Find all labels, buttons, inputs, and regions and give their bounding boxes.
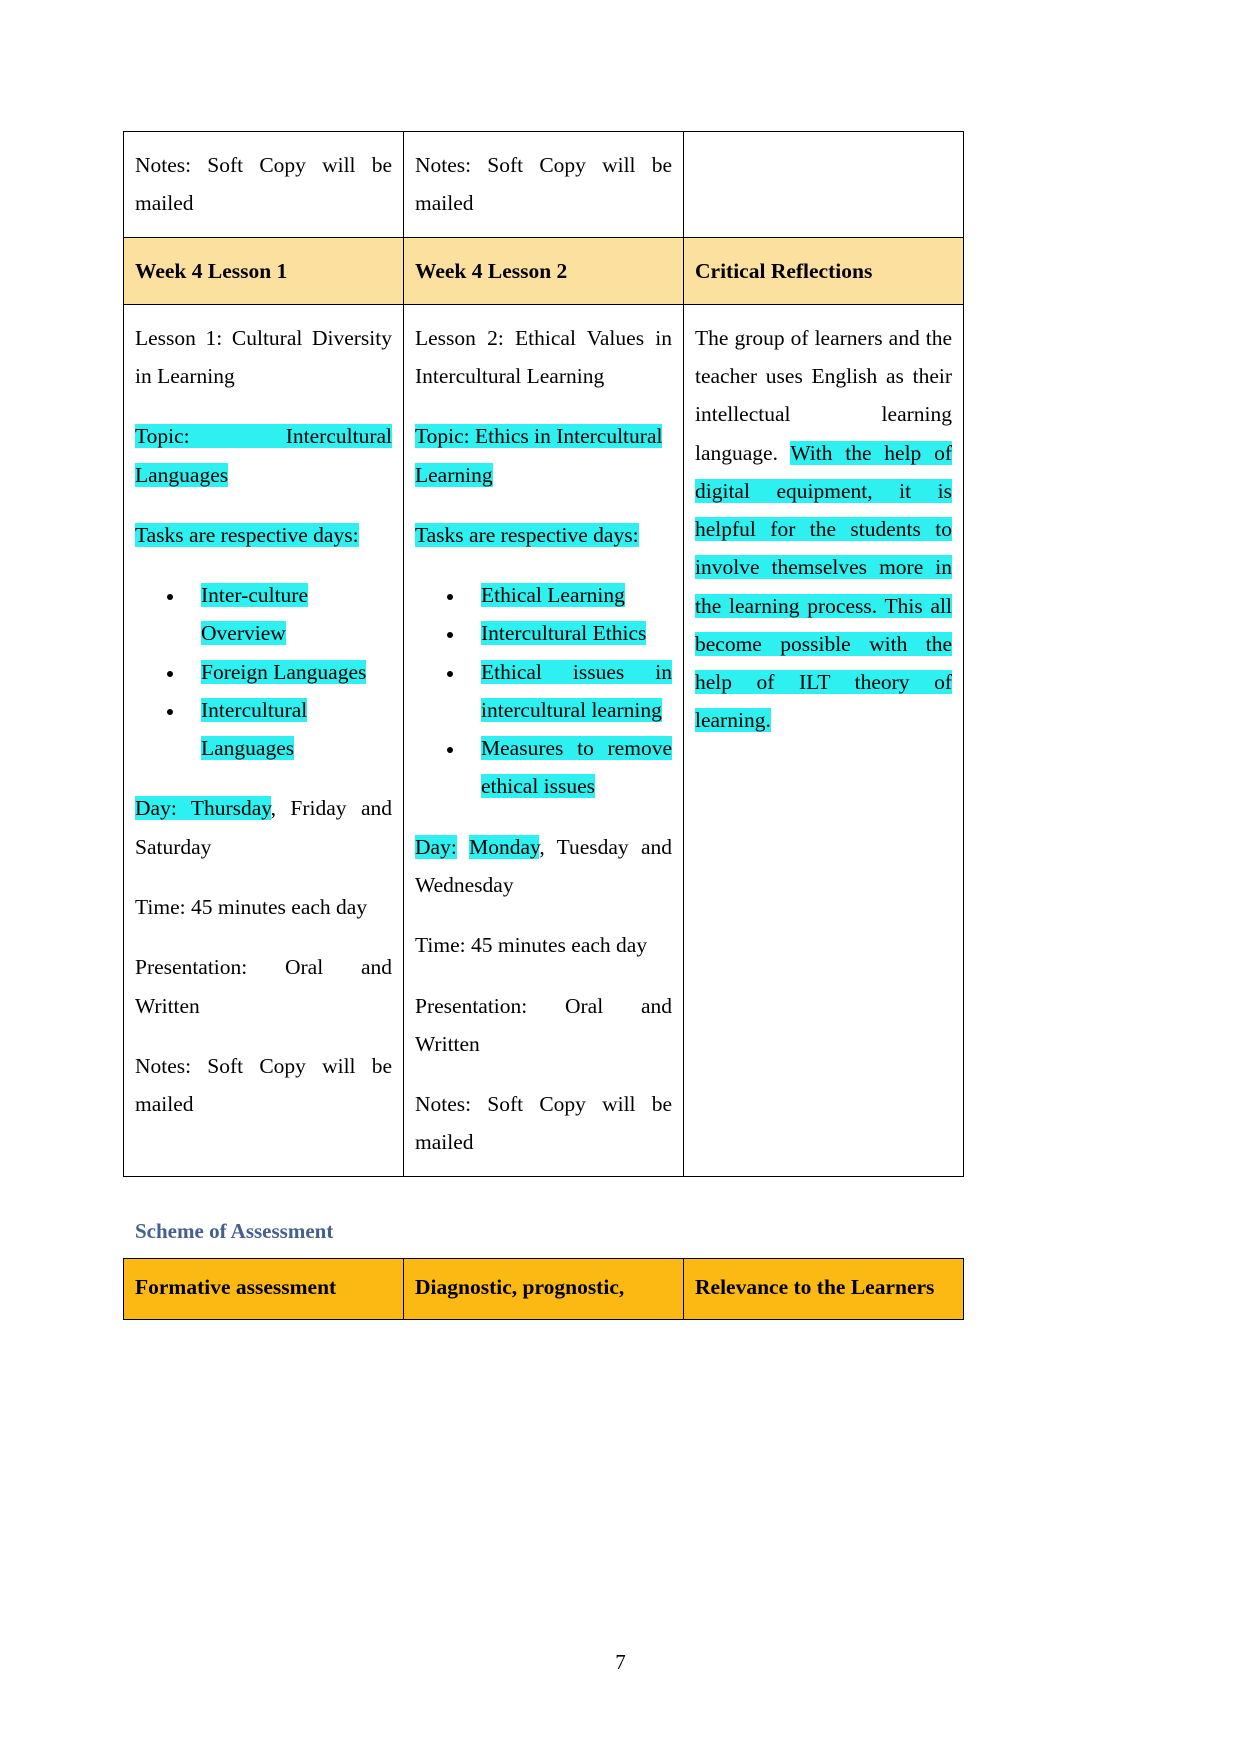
- lesson2-day-gap: [457, 835, 469, 859]
- lesson1-task-0: Inter-culture Overview: [201, 583, 309, 646]
- list-item: Measures to remove ethical issues: [465, 729, 672, 806]
- lesson2-topic: Topic: Ethics in Intercultural Learning: [415, 417, 672, 494]
- assessment-header-relevance: Relevance to the Learners: [683, 1257, 964, 1320]
- lesson2-notes: Notes: Soft Copy will be mailed: [415, 1092, 672, 1155]
- list-item: Ethical issues in intercultural learning: [465, 653, 672, 730]
- lesson1-time: Time: 45 minutes each day: [135, 894, 368, 919]
- lesson1-notes: Notes: Soft Copy will be mailed: [135, 1053, 392, 1117]
- page-number: 7: [615, 1650, 626, 1674]
- cell-critical-reflections-body: The group of learners and the teacher us…: [683, 303, 964, 1177]
- lesson2-time: Time: 45 minutes each day: [415, 933, 648, 958]
- lesson2-day-highlight: Monday: [469, 834, 540, 859]
- lesson2-task-3: Measures to remove ethical issues: [481, 736, 672, 799]
- assessment-header-diagnostic: Diagnostic, prognostic,: [403, 1257, 684, 1320]
- lesson1-topic-highlight: Topic: Intercultural Languages: [135, 424, 392, 487]
- cell-week4-lesson1-body: Lesson 1: Cultural Diversity in Learning…: [123, 303, 404, 1177]
- header-cell-week4-lesson1: Week 4 Lesson 1: [123, 236, 404, 305]
- lesson2-task-2: Ethical issues in intercultural learning: [481, 659, 672, 722]
- cell-week4-lesson2-body: Lesson 2: Ethical Values in Intercultura…: [403, 303, 684, 1177]
- assessment-header-formative: Formative assessment: [123, 1257, 404, 1320]
- lesson2-day-label-highlight: Day:: [415, 834, 457, 859]
- table-row-week4-header: Week 4 Lesson 1 Week 4 Lesson 2 Critical…: [123, 236, 964, 305]
- scheme-of-assessment-heading: Scheme of Assessment: [135, 1218, 334, 1243]
- lesson2-title: Lesson 2: Ethical Values in Intercultura…: [415, 325, 672, 389]
- critical-reflections-highlight: With the help of digital equipment, it i…: [695, 440, 952, 733]
- table-row-assessment-header: Formative assessment Diagnostic, prognos…: [123, 1257, 964, 1320]
- weekly-lesson-plan-table: Notes: Soft Copy will be mailed Notes: S…: [123, 131, 964, 1177]
- page-content: Notes: Soft Copy will be mailed Notes: S…: [123, 131, 964, 1320]
- lesson1-tasks-label: Tasks are respective days:: [135, 516, 392, 554]
- lesson2-task-0: Ethical Learning: [481, 583, 625, 608]
- header-cell-critical-reflections: Critical Reflections: [683, 236, 964, 305]
- lesson1-tasks-label-highlight: Tasks are respective days:: [135, 522, 359, 547]
- notes-text-col2: Notes: Soft Copy will be mailed: [415, 153, 672, 216]
- document-page: Notes: Soft Copy will be mailed Notes: S…: [0, 0, 1241, 1754]
- header-cell-week4-lesson2: Week 4 Lesson 2: [403, 236, 684, 305]
- header-label-week4-lesson2: Week 4 Lesson 2: [415, 258, 568, 283]
- list-item: Intercultural Ethics: [465, 614, 672, 652]
- lesson2-tasks-label: Tasks are respective days:: [415, 516, 672, 554]
- cell-notes-col2: Notes: Soft Copy will be mailed: [403, 131, 684, 238]
- cell-notes-col3: [683, 131, 964, 238]
- critical-reflections-paragraph: The group of learners and the teacher us…: [695, 319, 952, 740]
- list-item: Inter-culture Overview: [185, 576, 392, 653]
- lesson1-topic: Topic: Intercultural Languages: [135, 417, 392, 494]
- lesson2-tasks-label-highlight: Tasks are respective days:: [415, 522, 639, 547]
- lesson2-task-1: Intercultural Ethics: [481, 621, 647, 646]
- list-item: Foreign Languages: [185, 653, 392, 691]
- lesson1-task-1: Foreign Languages: [201, 659, 367, 684]
- header-label-critical-reflections: Critical Reflections: [695, 258, 873, 283]
- lesson2-presentation: Presentation: Oral and Written: [415, 993, 672, 1056]
- lesson1-day-highlight: Day: Thursday: [135, 796, 271, 821]
- scheme-of-assessment-table: Formative assessment Diagnostic, prognos…: [123, 1257, 964, 1320]
- lesson2-topic-highlight: Topic: Ethics in Intercultural Learning: [415, 424, 663, 487]
- cell-notes-col1: Notes: Soft Copy will be mailed: [123, 131, 404, 238]
- notes-text-col1: Notes: Soft Copy will be mailed: [135, 153, 392, 216]
- lesson2-day: Day: Monday, Tuesday and Wednesday: [415, 828, 672, 905]
- lesson2-task-list: Ethical Learning Intercultural Ethics Et…: [415, 576, 672, 806]
- lesson1-title: Lesson 1: Cultural Diversity in Learning: [135, 325, 392, 389]
- table-row-notes-continuation: Notes: Soft Copy will be mailed Notes: S…: [123, 131, 964, 238]
- lesson1-presentation: Presentation: Oral and Written: [135, 955, 392, 1018]
- table-row-week4-body: Lesson 1: Cultural Diversity in Learning…: [123, 303, 964, 1177]
- lesson1-task-list: Inter-culture Overview Foreign Languages…: [135, 576, 392, 767]
- list-item: Ethical Learning: [465, 576, 672, 614]
- lesson1-day: Day: Thursday, Friday and Saturday: [135, 789, 392, 866]
- list-item: Intercultural Languages: [185, 691, 392, 768]
- lesson1-task-2: Intercultural Languages: [201, 697, 308, 761]
- header-label-week4-lesson1: Week 4 Lesson 1: [135, 258, 288, 283]
